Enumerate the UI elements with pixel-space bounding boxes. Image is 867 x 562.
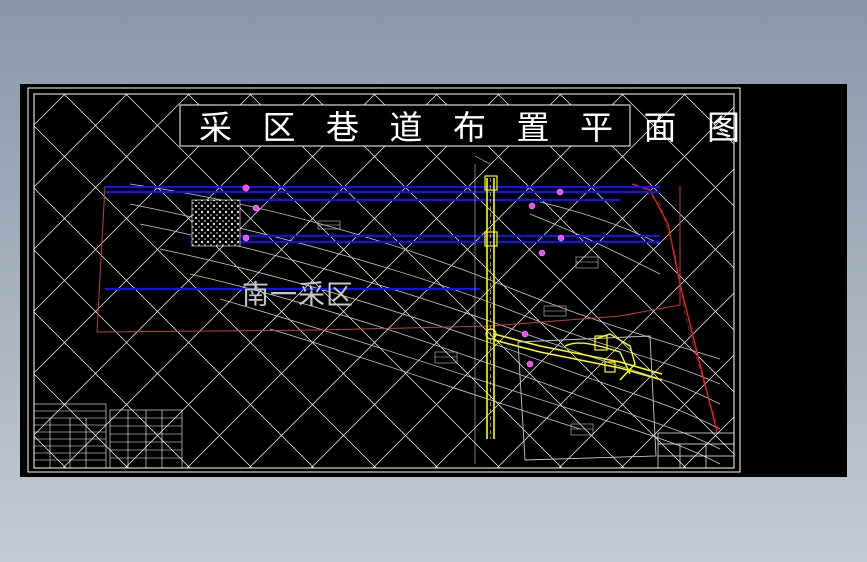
cad-viewport[interactable]: 采区巷道布置平面图 南一采区	[20, 84, 847, 477]
drawing-title: 采区巷道布置平面图	[199, 108, 771, 147]
legend-table-2	[109, 409, 183, 469]
mining-area-label: 南一采区	[242, 280, 354, 311]
goaf-block	[191, 199, 241, 247]
main-inclined-shaft	[484, 175, 663, 439]
shaft-centerline	[474, 155, 491, 165]
grid-line	[798, 84, 847, 477]
grid-line	[798, 84, 847, 477]
